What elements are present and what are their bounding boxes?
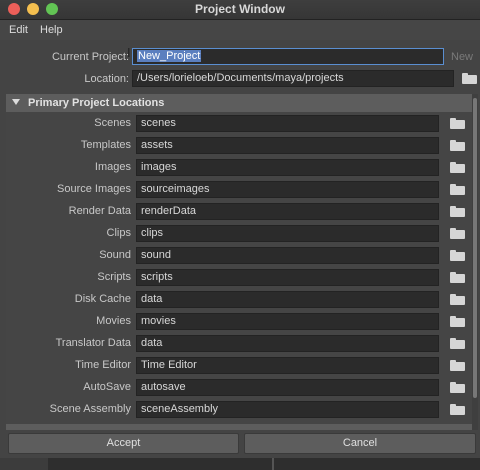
divider — [272, 458, 274, 470]
folder-icon[interactable] — [450, 140, 465, 151]
location-row: Location: /Users/lorieloeb/Documents/may… — [0, 69, 480, 89]
location-input[interactable]: renderData — [136, 203, 439, 220]
location-row-time-editor: Time Editor Time Editor — [6, 354, 472, 376]
location-input[interactable]: autosave — [136, 379, 439, 396]
new-project-button[interactable]: New — [451, 51, 473, 63]
location-label: Render Data — [68, 205, 131, 217]
location-input[interactable]: images — [136, 159, 439, 176]
location-row-translator-data: Translator Data data — [6, 332, 472, 354]
location-input[interactable]: sound — [136, 247, 439, 264]
location-input[interactable]: data — [136, 291, 439, 308]
location-label: Time Editor — [75, 359, 131, 371]
location-label: Scenes — [94, 117, 131, 129]
location-row-render-data: Render Data renderData — [6, 200, 472, 222]
folder-icon[interactable] — [450, 206, 465, 217]
location-row-movies: Movies movies — [6, 310, 472, 332]
window-title: Project Window — [195, 2, 285, 16]
text-cursor-icon: I — [127, 45, 131, 60]
folder-icon[interactable] — [450, 338, 465, 349]
triangle-down-icon — [12, 99, 20, 105]
location-input[interactable]: Time Editor — [136, 357, 439, 374]
location-input[interactable]: assets — [136, 137, 439, 154]
current-project-label: Current Project: — [51, 51, 129, 63]
menu-bar: Edit Help — [0, 20, 480, 40]
location-label: Translator Data — [55, 337, 131, 349]
accept-button[interactable]: Accept — [8, 433, 239, 454]
folder-icon[interactable] — [450, 250, 465, 261]
location-input[interactable]: /Users/lorieloeb/Documents/maya/projects — [132, 70, 454, 87]
menu-help[interactable]: Help — [40, 24, 63, 36]
location-input[interactable]: clips — [136, 225, 439, 242]
title-bar: Project Window — [0, 0, 480, 20]
primary-locations-header[interactable]: Primary Project Locations — [6, 94, 472, 112]
current-project-input[interactable]: New_Project — [132, 48, 444, 65]
folder-icon[interactable] — [450, 272, 465, 283]
secondary-locations-header[interactable] — [6, 424, 472, 430]
background-panel — [0, 458, 48, 470]
location-row-sound: Sound sound — [6, 244, 472, 266]
location-label: Disk Cache — [74, 293, 131, 305]
folder-icon[interactable] — [462, 73, 477, 84]
current-project-row: Current Project: New_Project I New — [0, 45, 480, 67]
folder-icon[interactable] — [450, 162, 465, 173]
scrollbar-thumb[interactable] — [473, 98, 477, 398]
folder-icon[interactable] — [450, 316, 465, 327]
location-label: Scripts — [97, 271, 131, 283]
cancel-button[interactable]: Cancel — [244, 433, 476, 454]
primary-locations-title: Primary Project Locations — [28, 97, 165, 109]
location-label: Images — [94, 161, 131, 173]
location-label: Movies — [96, 315, 131, 327]
location-row-autosave: AutoSave autosave — [6, 376, 472, 398]
location-input[interactable]: sceneAssembly — [136, 401, 439, 418]
menu-edit[interactable]: Edit — [9, 24, 28, 36]
folder-icon[interactable] — [450, 184, 465, 195]
location-row-source-images: Source Images sourceimages — [6, 178, 472, 200]
location-row-disk-cache: Disk Cache data — [6, 288, 472, 310]
location-label: Templates — [80, 139, 131, 151]
folder-icon[interactable] — [450, 228, 465, 239]
current-project-value: New_Project — [137, 50, 202, 62]
location-row-images: Images images — [6, 156, 472, 178]
background-strip — [0, 458, 480, 470]
location-label: AutoSave — [83, 381, 131, 393]
location-input[interactable]: data — [136, 335, 439, 352]
location-input[interactable]: scenes — [136, 115, 439, 132]
location-label: Scene Assembly — [49, 403, 131, 415]
location-input[interactable]: sourceimages — [136, 181, 439, 198]
location-label: Location: — [84, 73, 129, 85]
vertical-scrollbar[interactable] — [472, 94, 478, 430]
folder-icon[interactable] — [450, 382, 465, 393]
location-row-scenes: Scenes scenes — [6, 112, 472, 134]
folder-icon[interactable] — [450, 404, 465, 415]
location-input[interactable]: scripts — [136, 269, 439, 286]
location-row-scripts: Scripts scripts — [6, 266, 472, 288]
location-row-clips: Clips clips — [6, 222, 472, 244]
folder-icon[interactable] — [450, 118, 465, 129]
location-label: Source Images — [57, 183, 131, 195]
folder-icon[interactable] — [450, 360, 465, 371]
location-row-templates: Templates assets — [6, 134, 472, 156]
folder-icon[interactable] — [450, 294, 465, 305]
location-label: Clips — [106, 227, 131, 239]
primary-locations-list: Scenes scenes Templates assets Images im… — [6, 112, 472, 424]
location-label: Sound — [99, 249, 131, 261]
location-input[interactable]: movies — [136, 313, 439, 330]
location-row-scene-assembly: Scene Assembly sceneAssembly — [6, 398, 472, 420]
